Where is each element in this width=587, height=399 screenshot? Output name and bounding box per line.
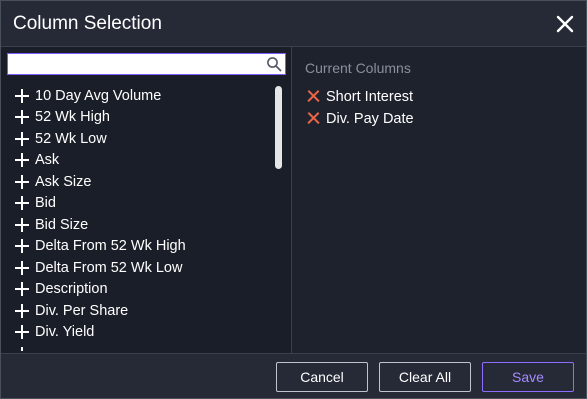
available-item-delta-from-52-wk-low[interactable]: Delta From 52 Wk Low bbox=[15, 257, 182, 278]
search-box bbox=[7, 53, 286, 75]
available-item-label: Ask bbox=[35, 152, 60, 168]
available-item-delta-from-52-wk-high[interactable]: Delta From 52 Wk High bbox=[15, 236, 186, 257]
search-icon[interactable] bbox=[266, 56, 282, 72]
plus-icon bbox=[15, 217, 29, 232]
cancel-button[interactable]: Cancel bbox=[276, 362, 368, 392]
available-item-div-yield[interactable]: Div. Yield bbox=[15, 322, 94, 343]
available-item-label: 10 Day Avg Volume bbox=[35, 87, 162, 104]
remove-x-icon[interactable] bbox=[307, 112, 320, 125]
current-item-label: Short Interest bbox=[326, 88, 414, 105]
current-item-short-interest[interactable]: Short Interest bbox=[307, 86, 413, 107]
available-item-label: Delta From 52 Wk Low bbox=[35, 259, 183, 276]
available-item-description[interactable]: Description bbox=[15, 279, 108, 300]
current-columns-heading: Current Columns bbox=[305, 60, 411, 76]
save-button[interactable]: Save bbox=[482, 362, 574, 392]
plus-icon bbox=[15, 196, 29, 210]
available-columns-pane: 10 Day Avg Volume 52 Wk High 52 Wk Low A… bbox=[1, 47, 292, 353]
list-scrollbar[interactable] bbox=[275, 86, 282, 169]
plus-icon bbox=[15, 282, 29, 296]
plus-icon bbox=[15, 260, 29, 275]
plus-icon bbox=[15, 239, 29, 253]
available-item-label: Bid Size bbox=[35, 216, 89, 233]
available-item-label: 52 Wk High bbox=[35, 109, 110, 125]
current-columns-pane: Current Columns Short Interest Div. Pay … bbox=[292, 47, 586, 353]
available-item-label: Description bbox=[35, 281, 108, 297]
plus-icon bbox=[15, 174, 29, 189]
remove-x-icon[interactable] bbox=[307, 90, 320, 103]
plus-icon bbox=[15, 110, 29, 124]
plus-icon bbox=[15, 325, 29, 339]
available-columns-list: 10 Day Avg Volume 52 Wk High 52 Wk Low A… bbox=[1, 85, 271, 351]
clear-all-button[interactable]: Clear All bbox=[379, 362, 471, 392]
current-item-label: Div. Pay Date bbox=[326, 110, 414, 127]
available-item-div-per-share[interactable]: Div. Per Share bbox=[15, 300, 128, 321]
plus-icon bbox=[15, 88, 29, 103]
dialog-title: Column Selection bbox=[13, 13, 162, 34]
available-item-partial[interactable] bbox=[15, 343, 35, 351]
available-item-ask[interactable]: Ask bbox=[15, 150, 59, 171]
available-item-label: Delta From 52 Wk High bbox=[35, 238, 186, 254]
available-item-label: Ask Size bbox=[35, 173, 92, 190]
plus-icon bbox=[15, 303, 29, 318]
dialog-header: Column Selection bbox=[1, 1, 586, 47]
column-selection-dialog: Column Selection 10 Day Avg Volume 52 Wk… bbox=[0, 0, 587, 399]
current-item-div-pay-date[interactable]: Div. Pay Date bbox=[307, 108, 414, 129]
plus-icon bbox=[15, 153, 29, 167]
dialog-footer: Cancel Clear All Save bbox=[1, 353, 586, 398]
available-item-10-day-avg-volume[interactable]: 10 Day Avg Volume bbox=[15, 85, 161, 106]
available-item-bid[interactable]: Bid bbox=[15, 193, 56, 214]
plus-icon bbox=[15, 346, 29, 351]
close-icon[interactable] bbox=[554, 13, 576, 35]
available-item-52-wk-high[interactable]: 52 Wk High bbox=[15, 107, 110, 128]
search-input[interactable] bbox=[8, 54, 262, 74]
available-item-label: Bid bbox=[35, 195, 56, 211]
available-item-bid-size[interactable]: Bid Size bbox=[15, 214, 88, 235]
available-item-label: 52 Wk Low bbox=[35, 130, 107, 147]
plus-icon bbox=[15, 131, 29, 146]
available-item-52-wk-low[interactable]: 52 Wk Low bbox=[15, 128, 107, 149]
available-item-label: Div. Per Share bbox=[35, 302, 129, 319]
available-item-ask-size[interactable]: Ask Size bbox=[15, 171, 91, 192]
available-item-label: Div. Yield bbox=[35, 324, 95, 340]
